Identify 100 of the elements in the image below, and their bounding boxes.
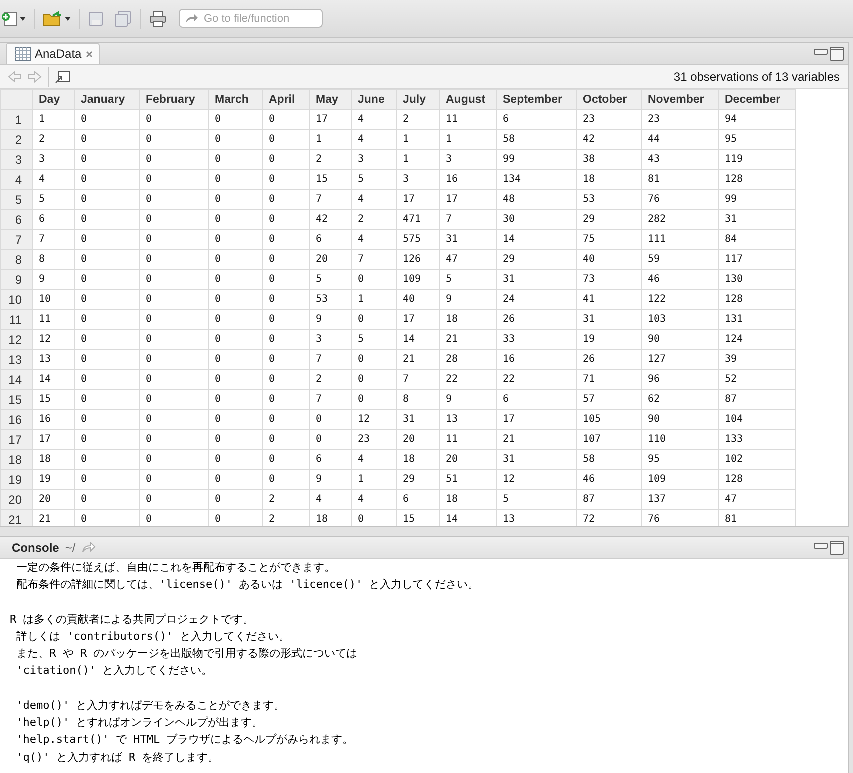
minimize-icon[interactable] bbox=[814, 46, 828, 54]
table-cell: 0 bbox=[140, 190, 208, 210]
table-cell: 47 bbox=[718, 490, 796, 510]
table-cell: 0 bbox=[208, 250, 262, 270]
console-output-line: 'citation()' と入力してください。 bbox=[16, 663, 214, 680]
console-output-line: 'demo()' と入力すればデモをみることができます。 bbox=[16, 698, 286, 714]
table-cell: 2 bbox=[262, 490, 310, 510]
column-header[interactable]: December bbox=[718, 90, 796, 110]
column-header[interactable]: May bbox=[310, 90, 352, 110]
table-cell: 133 bbox=[718, 430, 796, 450]
table-cell: 0 bbox=[140, 450, 208, 470]
column-header[interactable]: November bbox=[642, 90, 718, 110]
column-header[interactable]: March bbox=[208, 90, 262, 110]
table-cell: 14 bbox=[496, 230, 576, 250]
table-cell: 53 bbox=[576, 190, 642, 210]
table-cell: 14 bbox=[396, 330, 440, 350]
table-cell: 0 bbox=[262, 310, 310, 330]
row-number: 11 bbox=[0, 310, 32, 330]
column-header[interactable]: Day bbox=[32, 90, 74, 110]
table-cell: 17 bbox=[396, 190, 440, 210]
caret-icon bbox=[65, 16, 71, 20]
table-cell: 18 bbox=[440, 310, 496, 330]
table-cell: 4 bbox=[310, 490, 352, 510]
minimize-icon[interactable] bbox=[814, 540, 828, 548]
folder-icon bbox=[43, 10, 63, 26]
table-cell: 0 bbox=[140, 230, 208, 250]
table-cell: 5 bbox=[32, 190, 74, 210]
console-output-line: 一定の条件に従えば、自由にこれを再配布することができます。 bbox=[16, 560, 337, 576]
table-cell: 71 bbox=[576, 370, 642, 390]
table-cell: 52 bbox=[718, 370, 796, 390]
popout-window-icon[interactable] bbox=[55, 70, 71, 84]
table-cell: 0 bbox=[262, 450, 310, 470]
row-number: 18 bbox=[0, 450, 32, 470]
table-cell: 23 bbox=[576, 110, 642, 130]
go-to-file-field[interactable]: Go to file/function bbox=[179, 9, 323, 28]
column-header[interactable]: January bbox=[74, 90, 140, 110]
console-output-line: R は多くの貢献者による共同プロジェクトです。 bbox=[10, 612, 256, 628]
row-number: 10 bbox=[0, 290, 32, 310]
table-cell: 9 bbox=[310, 310, 352, 330]
table-cell: 48 bbox=[496, 190, 576, 210]
row-number: 17 bbox=[0, 430, 32, 450]
table-cell: 5 bbox=[310, 270, 352, 290]
table-cell: 0 bbox=[208, 430, 262, 450]
column-header[interactable]: April bbox=[262, 90, 310, 110]
column-header[interactable]: June bbox=[352, 90, 396, 110]
working-directory: ~/ bbox=[65, 540, 76, 554]
table-cell: 5 bbox=[440, 270, 496, 290]
table-cell: 0 bbox=[74, 210, 140, 230]
table-cell: 31 bbox=[396, 410, 440, 430]
table-cell: 0 bbox=[140, 310, 208, 330]
table-cell: 24 bbox=[496, 290, 576, 310]
table-cell: 7 bbox=[310, 190, 352, 210]
table-cell: 128 bbox=[718, 470, 796, 490]
table-cell: 1 bbox=[310, 130, 352, 150]
table-cell: 1 bbox=[352, 290, 396, 310]
table-cell: 99 bbox=[718, 190, 796, 210]
table-cell: 53 bbox=[310, 290, 352, 310]
column-header[interactable]: September bbox=[496, 90, 576, 110]
column-header[interactable]: August bbox=[440, 90, 496, 110]
grid-icon bbox=[15, 47, 31, 61]
open-file-button[interactable] bbox=[41, 8, 73, 28]
table-cell: 0 bbox=[262, 430, 310, 450]
table-cell: 0 bbox=[140, 410, 208, 430]
table-cell: 11 bbox=[440, 110, 496, 130]
table-cell: 33 bbox=[496, 330, 576, 350]
table-cell: 0 bbox=[208, 370, 262, 390]
row-number: 21 bbox=[0, 510, 32, 526]
table-cell: 21 bbox=[396, 350, 440, 370]
table-cell: 1 bbox=[352, 470, 396, 490]
data-tab[interactable]: AnaData bbox=[6, 43, 100, 64]
row-number: 15 bbox=[0, 390, 32, 410]
table-cell: 46 bbox=[642, 270, 718, 290]
table-cell: 42 bbox=[310, 210, 352, 230]
table-cell: 575 bbox=[396, 230, 440, 250]
maximize-icon[interactable] bbox=[830, 46, 844, 60]
table-cell: 0 bbox=[140, 170, 208, 190]
table-cell: 58 bbox=[576, 450, 642, 470]
table-cell: 282 bbox=[642, 210, 718, 230]
go-to-file-field[interactable]: Go to file/function bbox=[204, 12, 314, 24]
maximize-icon[interactable] bbox=[830, 540, 844, 554]
print-button[interactable] bbox=[147, 8, 169, 28]
table-cell: 117 bbox=[718, 250, 796, 270]
table-cell: 9 bbox=[440, 390, 496, 410]
table-cell: 21 bbox=[440, 330, 496, 350]
table-cell: 127 bbox=[642, 350, 718, 370]
table-cell: 99 bbox=[496, 150, 576, 170]
table-cell: 4 bbox=[352, 450, 396, 470]
table-cell: 13 bbox=[32, 350, 74, 370]
row-number: 5 bbox=[0, 190, 32, 210]
table-cell: 95 bbox=[718, 130, 796, 150]
column-header[interactable]: October bbox=[576, 90, 642, 110]
close-icon[interactable] bbox=[86, 50, 93, 58]
table-cell: 12 bbox=[352, 410, 396, 430]
column-header[interactable]: July bbox=[396, 90, 440, 110]
table-cell: 0 bbox=[74, 150, 140, 170]
table-cell: 0 bbox=[74, 350, 140, 370]
table-cell: 12 bbox=[496, 470, 576, 490]
column-header[interactable]: February bbox=[140, 90, 208, 110]
forward-arrow-icon[interactable] bbox=[82, 542, 96, 553]
table-cell: 4 bbox=[352, 230, 396, 250]
